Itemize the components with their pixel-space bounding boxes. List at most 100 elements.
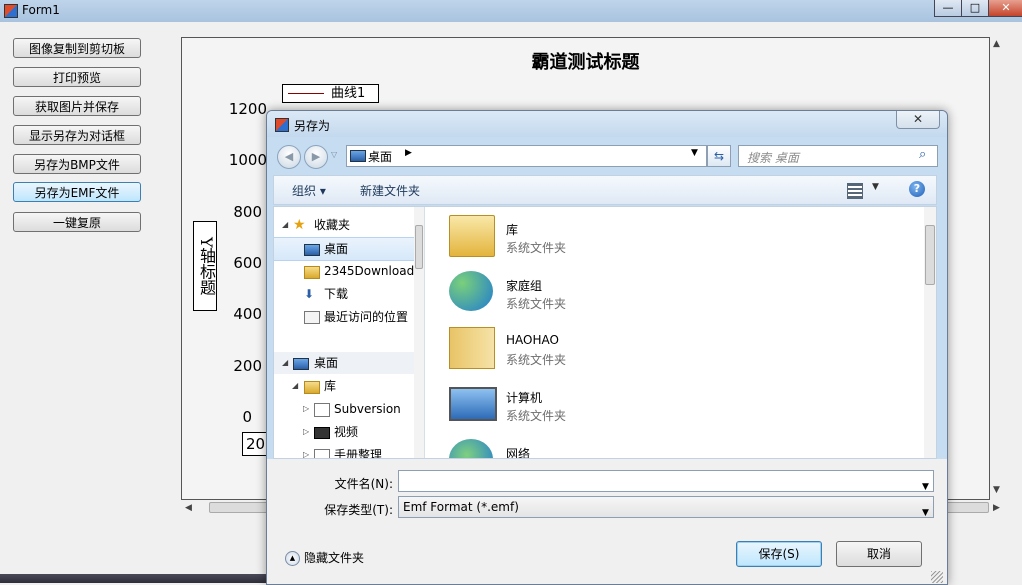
list-item[interactable]: 计算机 系统文件夹 [449,375,749,427]
expand-arrow-icon[interactable]: ◢ [282,352,288,374]
filename-dropdown-icon[interactable]: ▼ [922,477,929,497]
cancel-button[interactable]: 取消 [836,541,922,567]
reset-button[interactable]: 一键复原 [13,212,141,232]
nav-item-label: 视频 [334,425,359,439]
nav-item-2345downloads[interactable]: 2345Downloads [274,260,420,282]
navigation-pane: ◢ ★ 收藏夹 桌面 2345Downloads ⬇ 下载 最近访问的位置 ◢ [274,207,425,458]
window-titlebar: Form1 — □ ✕ [0,0,1022,22]
scroll-down-icon[interactable]: ▼ [993,485,1000,495]
scroll-thumb[interactable] [415,225,423,269]
scroll-thumb[interactable] [925,225,935,285]
close-button[interactable]: ✕ [988,0,1022,17]
collapse-arrow-icon[interactable]: ▷ [303,398,309,420]
file-list-scrollbar[interactable] [924,207,936,458]
homegroup-icon [449,271,493,311]
recent-pages-dropdown-icon[interactable]: ▽ [331,150,337,159]
views-dropdown-icon[interactable]: ▼ [872,182,879,192]
minimize-button[interactable]: — [934,0,962,17]
nav-item-label: 桌面 [314,356,339,370]
forward-button[interactable]: ▶ [304,145,328,169]
hide-folders-label[interactable]: 隐藏文件夹 [304,551,364,565]
filetype-dropdown-icon[interactable]: ▼ [922,503,929,523]
help-icon[interactable]: ? [909,181,925,197]
maximize-button[interactable]: □ [961,0,989,17]
nav-item-videos[interactable]: ▷ 视频 [274,421,414,443]
show-save-dialog-button[interactable]: 显示另存为对话框 [13,125,141,145]
save-bmp-button[interactable]: 另存为BMP文件 [13,154,141,174]
filetype-label: 保存类型(T): [324,503,393,517]
address-dropdown-icon[interactable]: ▼ [691,148,698,158]
file-name: 库 [506,223,519,237]
y-tick-label: 600 [233,254,262,272]
nav-item-manual[interactable]: ▷ 手册整理 [274,444,414,458]
new-folder-button[interactable]: 新建文件夹 [360,182,420,199]
views-icon[interactable] [847,183,863,199]
save-as-dialog: 另存为 ✕ ◀ ▶ ▽ 桌面 ▶ ▼ ⇆ 搜索 桌面 ⌕ 组织 ▾ 新建文件夹 … [266,110,948,585]
nav-item-desktop-root[interactable]: ◢ 桌面 [274,352,414,374]
file-type: 系统文件夹 [506,409,567,423]
nav-item-downloads[interactable]: ⬇ 下载 [274,283,414,305]
nav-item-desktop[interactable]: 桌面 [274,237,414,261]
dialog-close-button[interactable]: ✕ [896,111,940,129]
nav-item-label: 库 [324,379,337,393]
dialog-titlebar: 另存为 ✕ [267,111,947,137]
y-tick-label: 200 [233,357,262,375]
chart-vertical-scrollbar[interactable]: ▲ ▼ [990,37,1004,498]
chart-title: 霸道测试标题 [531,52,640,73]
refresh-button[interactable]: ⇆ [707,145,731,167]
file-name: HAOHAO [506,333,559,347]
search-icon[interactable]: ⌕ [919,147,926,162]
nav-item-label: 2345Downloads [324,264,421,278]
list-item[interactable]: HAOHAO 系统文件夹 [449,319,749,371]
nav-item-label: Subversion [334,402,401,416]
nav-item-label: 最近访问的位置 [324,310,409,324]
save-button[interactable]: 保存(S) [736,541,822,567]
nav-item-recent-places[interactable]: 最近访问的位置 [274,306,414,328]
nav-pane-scrollbar[interactable] [414,207,424,458]
list-item[interactable]: 库 系统文件夹 [449,207,749,259]
get-image-save-button[interactable]: 获取图片并保存 [13,96,141,116]
expand-arrow-icon[interactable]: ◢ [282,214,288,236]
collapse-arrow-icon[interactable]: ▷ [303,444,309,458]
scroll-right-icon[interactable]: ▶ [993,503,1000,513]
list-item[interactable]: 家庭组 系统文件夹 [449,263,749,315]
video-icon [314,427,330,439]
filetype-select[interactable]: Emf Format (*.emf) ▼ [398,496,934,518]
scroll-up-icon[interactable]: ▲ [993,39,1000,49]
filename-input[interactable]: ▼ [398,470,934,492]
legend-series-label: 曲线1 [331,86,366,101]
chevron-up-icon[interactable]: ▲ [285,551,300,566]
expand-arrow-icon[interactable]: ◢ [292,375,298,397]
save-emf-button[interactable]: 另存为EMF文件 [13,182,141,202]
nav-item-libraries[interactable]: ◢ 库 [274,375,414,397]
dialog-navbar: ◀ ▶ ▽ 桌面 ▶ ▼ ⇆ 搜索 桌面 ⌕ [267,137,947,173]
nav-item-favorites[interactable]: ◢ ★ 收藏夹 [274,214,414,236]
breadcrumb-arrow-icon[interactable]: ▶ [405,148,412,158]
organize-menu[interactable]: 组织 ▾ [292,182,326,199]
download-icon: ⬇ [304,287,315,301]
search-box[interactable]: 搜索 桌面 ⌕ [738,145,938,167]
library-icon [449,215,495,257]
search-placeholder[interactable]: 搜索 桌面 [747,149,799,166]
network-icon [449,439,493,458]
file-name: 家庭组 [506,279,543,293]
list-item[interactable]: 网络 [449,431,749,458]
chart-legend: 曲线1 [282,84,379,103]
back-button[interactable]: ◀ [277,145,301,169]
scroll-left-icon[interactable]: ◀ [185,503,192,513]
app-icon [4,4,18,18]
collapse-arrow-icon[interactable]: ▷ [303,421,309,443]
desktop-icon [304,244,320,256]
document-icon [314,449,330,458]
hide-folders-toggle[interactable]: ▲ 隐藏文件夹 [285,549,364,566]
copy-to-clipboard-button[interactable]: 图像复制到剪切板 [13,38,141,58]
print-preview-button[interactable]: 打印预览 [13,67,141,87]
file-name: 计算机 [506,391,543,405]
filetype-value[interactable]: Emf Format (*.emf) [403,500,519,514]
resize-grip-icon[interactable] [931,571,943,583]
nav-item-subversion[interactable]: ▷ Subversion [274,398,414,420]
desktop-icon [350,150,366,162]
address-bar[interactable]: 桌面 ▶ ▼ [346,145,707,167]
file-list: 库 系统文件夹 家庭组 系统文件夹 HAOHAO 系统文件夹 计算机 系统文件夹… [424,207,924,458]
address-text[interactable]: 桌面 [368,148,392,165]
